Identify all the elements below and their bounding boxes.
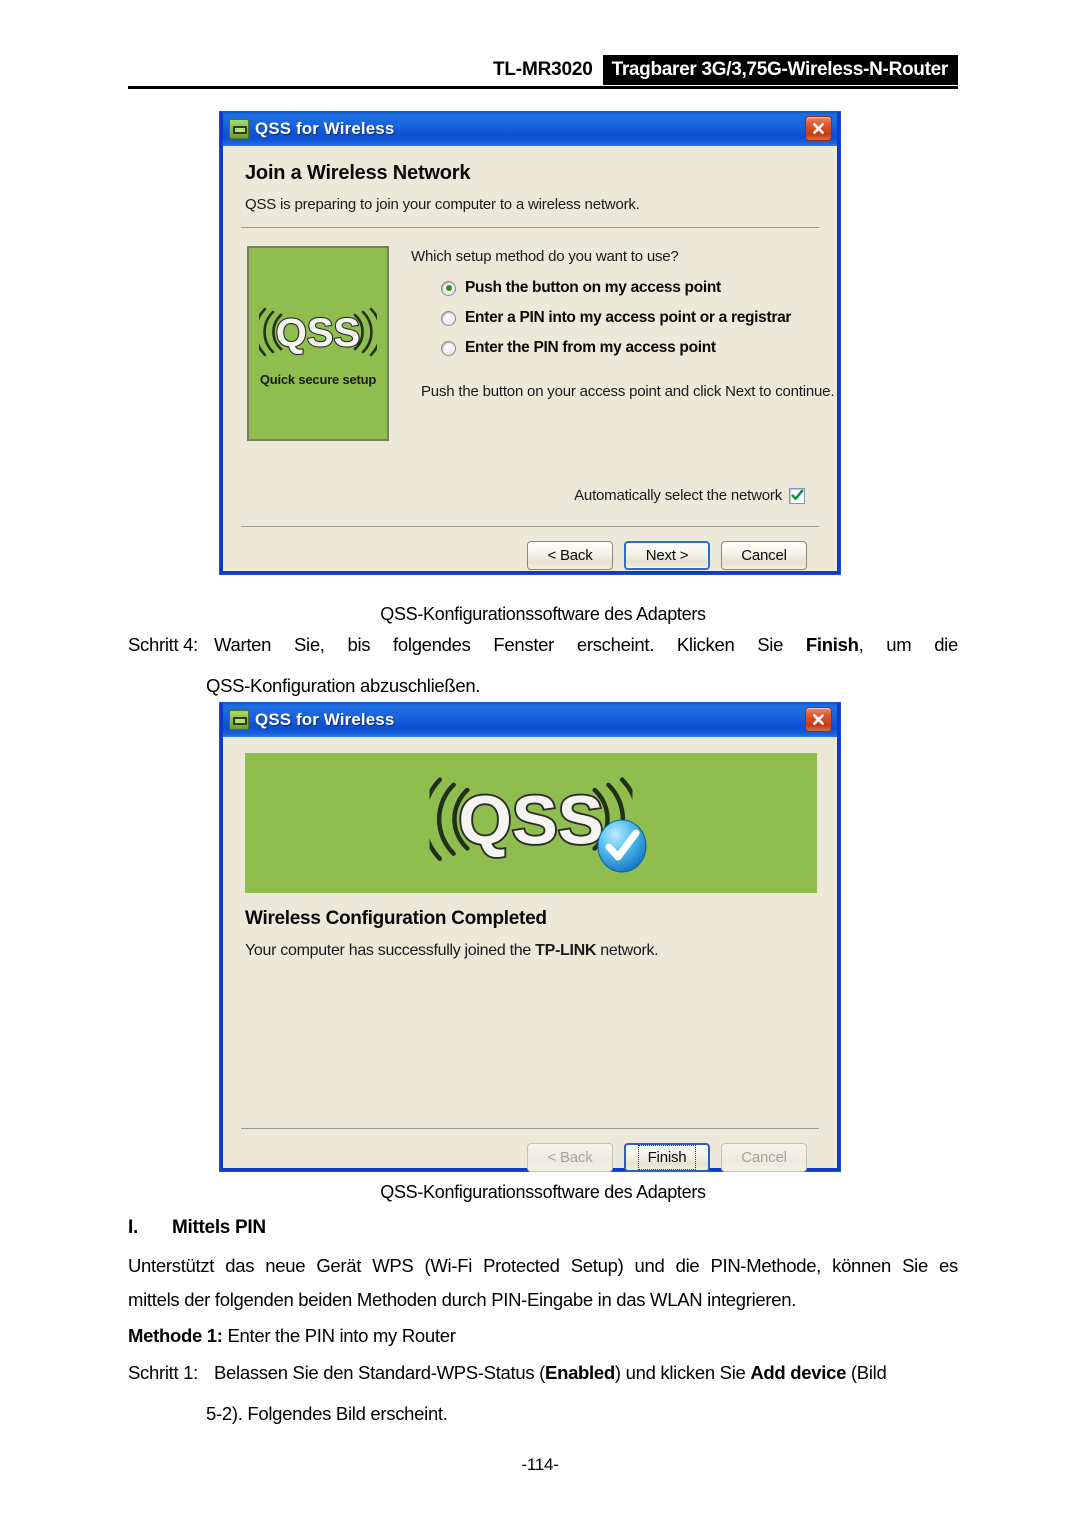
radio-label: Enter the PIN from my access point <box>465 339 716 356</box>
dialog2-titlebar[interactable]: QSS for Wireless <box>223 703 837 737</box>
qss-logo-icon: QSS <box>254 307 382 362</box>
section-number: I. <box>128 1217 138 1238</box>
checkmark-badge-icon <box>595 819 649 873</box>
radio-indicator[interactable] <box>441 310 456 326</box>
qss-tagline: Quick secure setup <box>259 371 377 387</box>
radio-option-enter-pin-from-ap[interactable]: Enter the PIN from my access point <box>441 339 837 357</box>
method1-line: Methode 1: Enter the PIN into my Router <box>128 1325 958 1346</box>
auto-select-checkbox[interactable] <box>789 487 805 504</box>
step1-text-a: Belassen Sie den Standard-WPS-Status ( <box>214 1362 546 1383</box>
close-icon[interactable] <box>805 116 832 141</box>
paragraph-wps-intro-line1: Unterstützt das neue Gerät WPS (Wi-Fi Pr… <box>128 1255 958 1276</box>
dialog2-button-row: < Back Finish Cancel <box>223 1129 837 1172</box>
dialog2-title: QSS for Wireless <box>255 710 395 729</box>
dialog2-body: QSS Wireless Configuration Completed You… <box>223 753 837 1184</box>
radio-option-enter-pin-into-ap[interactable]: Enter a PIN into my access point or a re… <box>441 309 837 327</box>
section-heading-mittels-pin: I. Mittels PIN <box>128 1217 266 1239</box>
step4-text-a: Warten Sie, bis folgendes Fenster ersche… <box>214 634 806 655</box>
qss-success-banner: QSS <box>245 753 817 893</box>
qss-logo-card: QSS Quick secure setup <box>247 246 389 441</box>
step1-label: Schritt 1: <box>128 1362 198 1383</box>
cancel-button[interactable]: Cancel <box>721 541 807 570</box>
caption-qss-software-2: QSS-Konfigurationssoftware des Adapters <box>380 1182 706 1202</box>
dialog1-content: QSS Quick secure setup Which setup metho… <box>223 228 837 441</box>
dialog2-sub-suffix: network. <box>596 942 659 959</box>
qss-dialog-configuration-completed: QSS for Wireless QSS Wireless Configurat… <box>220 703 840 1172</box>
step1-text-b: ) und klicken Sie <box>614 1362 751 1383</box>
dialog2-heading: Wireless Configuration Completed <box>245 908 547 929</box>
dialog2-sub-prefix: Your computer has successfully joined th… <box>245 942 536 959</box>
setup-hint-text: Push the button on your access point and… <box>421 383 835 400</box>
step4-line2: QSS-Konfiguration abzuschließen. <box>206 674 481 696</box>
radio-label: Enter a PIN into my access point or a re… <box>465 309 792 326</box>
adapter-icon <box>229 710 249 730</box>
dialog1-body: Join a Wireless Network QSS is preparing… <box>223 146 837 571</box>
radio-indicator[interactable] <box>441 340 456 356</box>
dialog2-subtext: Your computer has successfully joined th… <box>223 930 837 960</box>
dialog1-subtext: QSS is preparing to join your computer t… <box>245 196 640 213</box>
step1-line2: 5-2). Folgendes Bild erscheint. <box>206 1402 448 1424</box>
auto-select-row[interactable]: Automatically select the network <box>223 487 837 504</box>
caption-qss-software-1: QSS-Konfigurationssoftware des Adapters <box>380 604 706 624</box>
dialog1-options-area: Which setup method do you want to use? P… <box>389 246 837 441</box>
adapter-icon <box>229 119 249 139</box>
dialog1-heading: Join a Wireless Network <box>245 162 471 184</box>
cancel-button[interactable]: Cancel <box>721 1143 807 1172</box>
dialog2-sub-brand: TP-LINK <box>535 942 597 959</box>
setup-method-radio-group[interactable]: Push the button on my access point Enter… <box>441 279 837 357</box>
svg-text:QSS: QSS <box>458 781 603 858</box>
step4-finish-bold: Finish <box>805 634 859 655</box>
radio-label: Push the button on my access point <box>465 279 721 296</box>
header-product: Tragbarer 3G/3,75G-Wireless-N-Router <box>602 55 958 85</box>
dialog1-button-row: < Back Next > Cancel <box>223 527 837 570</box>
next-button[interactable]: Next > <box>624 541 710 570</box>
qss-dialog-join-network: QSS for Wireless Join a Wireless Network… <box>220 112 840 574</box>
step1-text-c: (Bild <box>846 1362 887 1383</box>
finish-button-label: Finish <box>638 1145 696 1170</box>
section-title: Mittels PIN <box>172 1217 266 1238</box>
step4-label: Schritt 4: <box>128 634 198 655</box>
back-button[interactable]: < Back <box>527 1143 613 1172</box>
setup-method-question: Which setup method do you want to use? <box>411 248 679 265</box>
step1-add-device-bold: Add device <box>750 1362 847 1383</box>
dialog1-title: QSS for Wireless <box>255 119 395 138</box>
finish-button[interactable]: Finish <box>624 1143 710 1172</box>
method1-bold: Methode 1: <box>128 1325 223 1346</box>
header-title-row: TL-MR3020 Tragbarer 3G/3,75G-Wireless-N-… <box>493 55 958 85</box>
radio-option-push-button[interactable]: Push the button on my access point <box>441 279 837 297</box>
step4-text-b: , um die <box>858 634 959 655</box>
page-number: -114- <box>521 1455 559 1474</box>
header-rule <box>128 86 958 89</box>
close-icon[interactable] <box>805 707 832 732</box>
radio-indicator[interactable] <box>441 280 456 296</box>
method1-rest: Enter the PIN into my Router <box>222 1325 456 1346</box>
header-model: TL-MR3020 <box>493 59 593 80</box>
back-button[interactable]: < Back <box>527 541 613 570</box>
svg-text:QSS: QSS <box>276 311 360 355</box>
paragraph-wps-intro-line2: mittels der folgenden beiden Methoden du… <box>128 1289 797 1310</box>
dialog1-titlebar[interactable]: QSS for Wireless <box>223 112 837 146</box>
step1-enabled-bold: Enabled <box>545 1362 615 1383</box>
auto-select-label: Automatically select the network <box>574 487 782 504</box>
step1-paragraph: Schritt 1: Belassen Sie den Standard-WPS… <box>128 1362 958 1424</box>
step4-paragraph: Schritt 4: Warten Sie, bis folgendes Fen… <box>128 634 959 696</box>
page-header: TL-MR3020 Tragbarer 3G/3,75G-Wireless-N-… <box>0 0 1080 92</box>
